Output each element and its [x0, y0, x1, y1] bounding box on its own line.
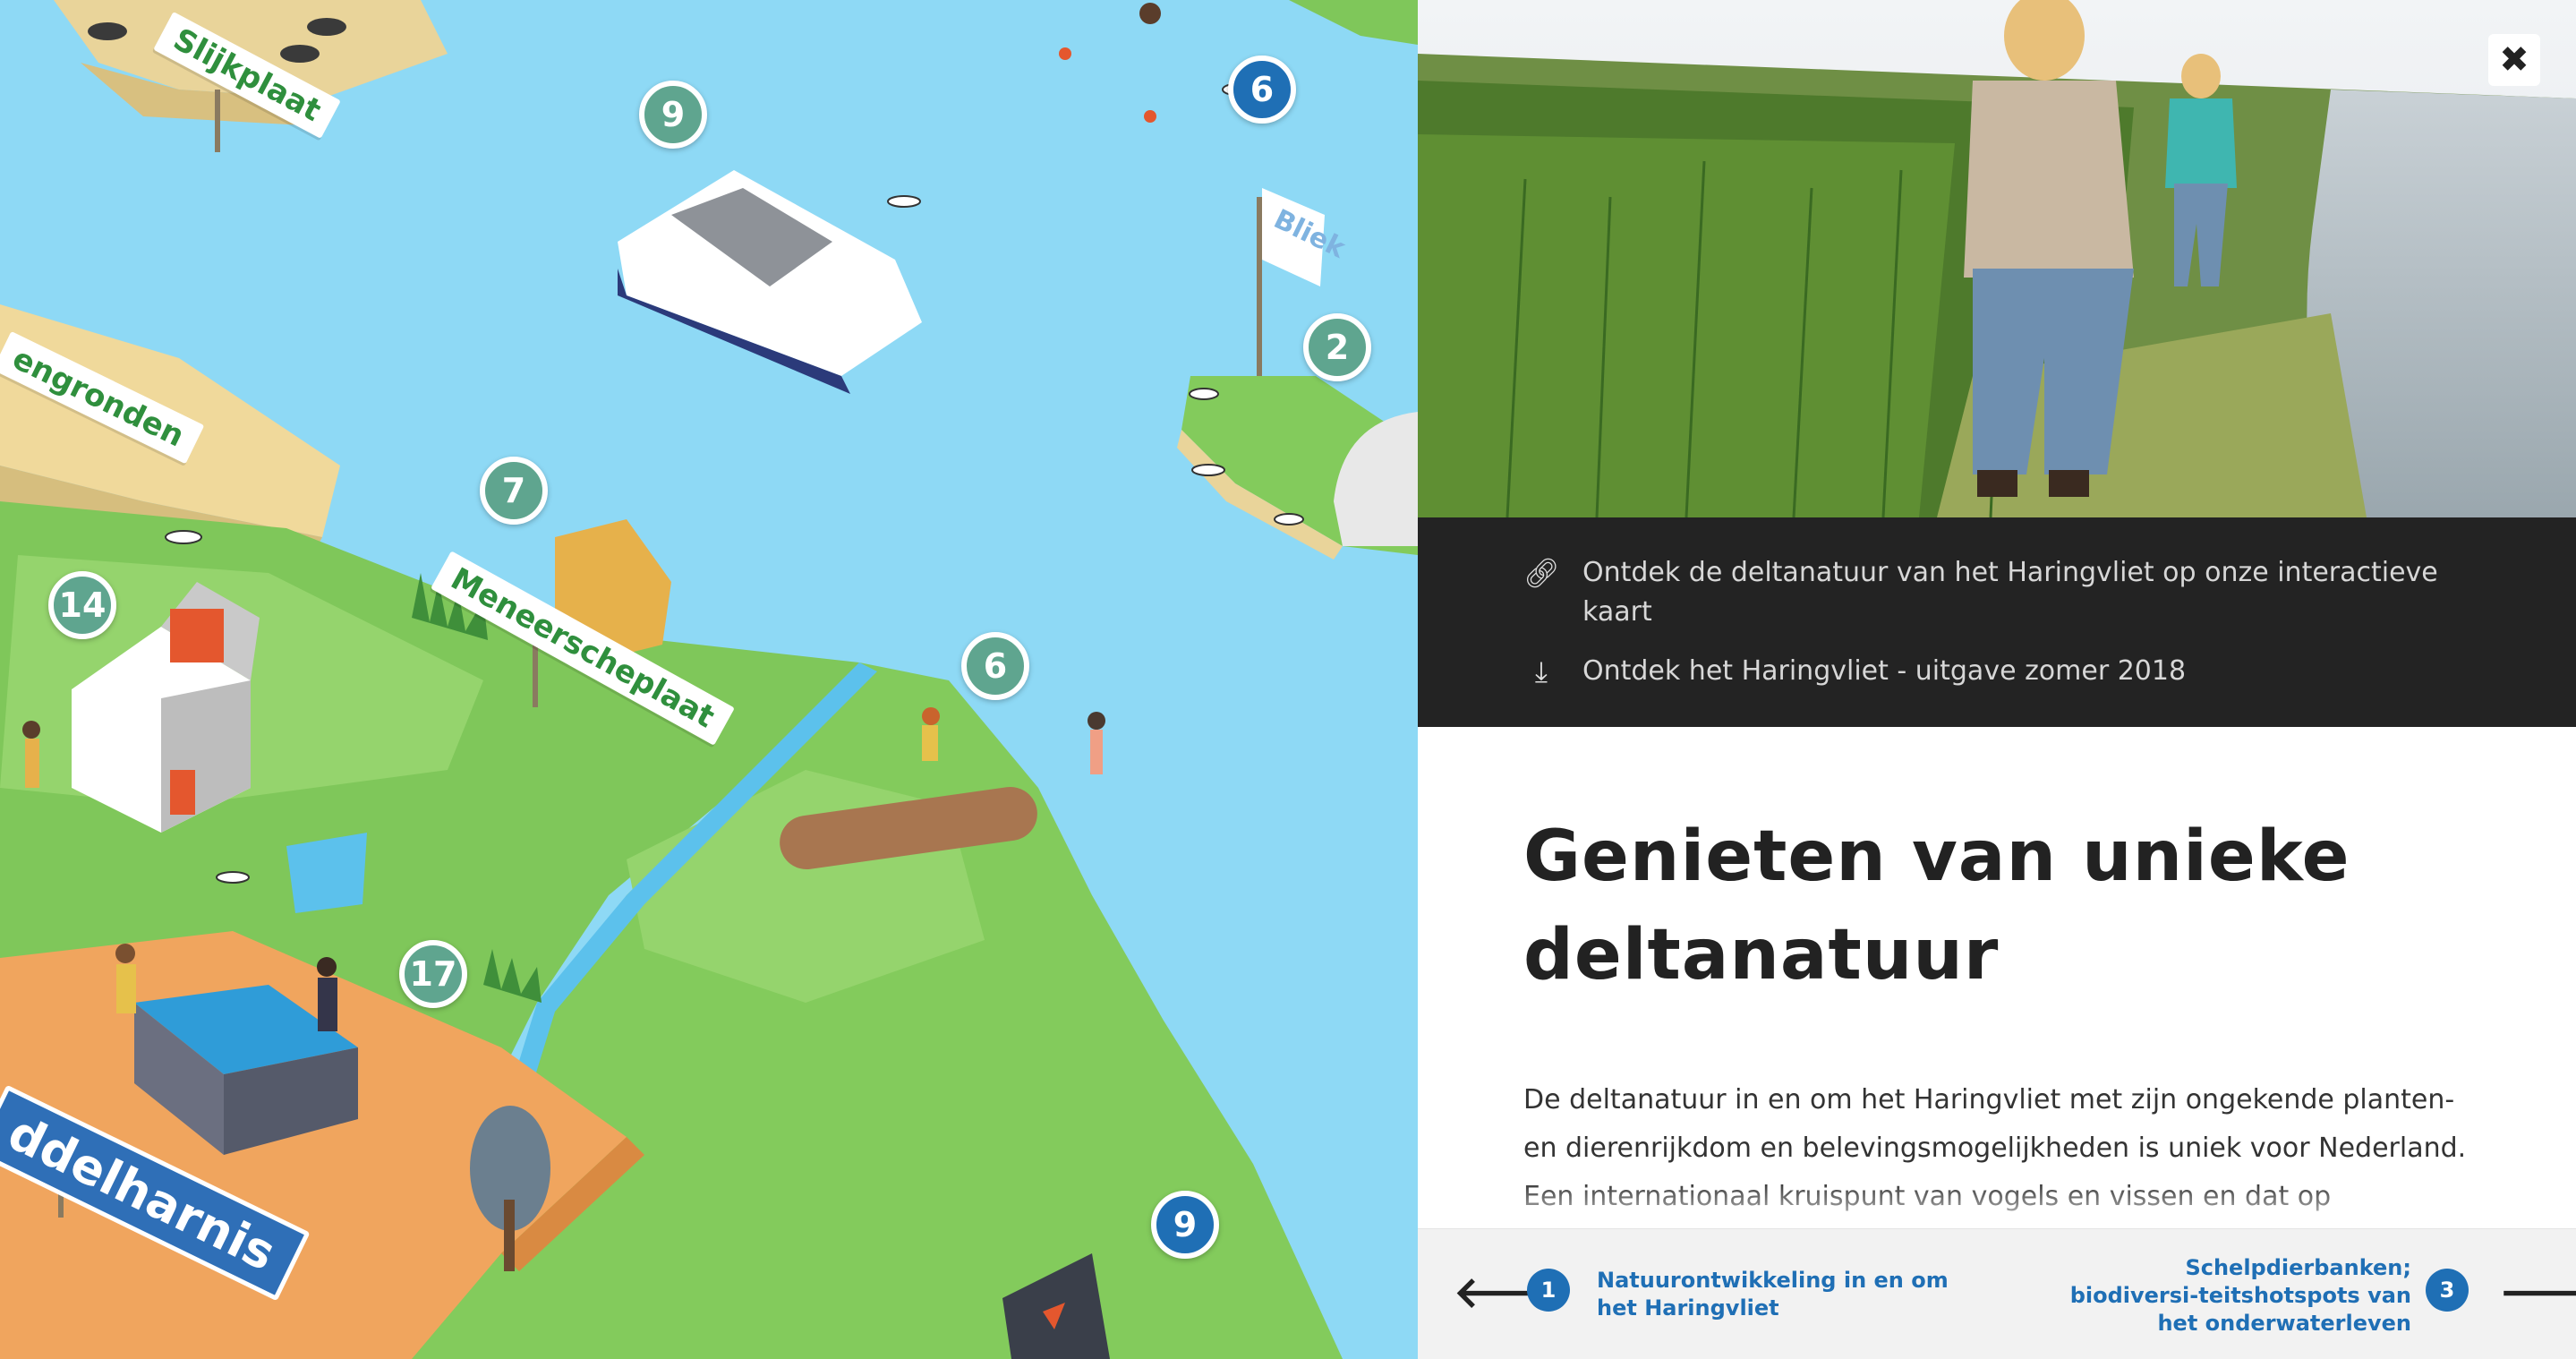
map-marker-2[interactable]: 2 — [1303, 313, 1371, 381]
link-download-issue[interactable]: ⤓ Ontdek het Haringvliet - uitgave zomer… — [1523, 652, 2442, 691]
download-icon: ⤓ — [1534, 654, 1548, 688]
article-title: Genieten van unieke deltanatuur — [1523, 816, 2350, 996]
close-button[interactable]: ✖ — [2488, 34, 2540, 86]
map-illustration — [0, 0, 1418, 1359]
link-download-issue-label: Ontdek het Haringvliet - uitgave zomer 2… — [1582, 655, 2187, 687]
next-chapter-number[interactable]: 3 — [2426, 1269, 2469, 1312]
resource-links: 🔗︎ Ontdek de deltanatuur van het Haringv… — [1418, 517, 2576, 727]
header-photo: ✖ — [1418, 0, 2576, 517]
link-interactive-map-label: Ontdek de deltanatuur van het Haringvlie… — [1582, 557, 2438, 628]
next-chapter-link[interactable]: Schelpdierbanken; biodiversi-teitshotspo… — [2053, 1254, 2411, 1338]
map-marker-6-top[interactable]: 6 — [1228, 56, 1296, 124]
prev-chapter-link[interactable]: Natuurontwikkeling in en om het Haringvl… — [1597, 1267, 1991, 1322]
map-marker-6-mid[interactable]: 6 — [961, 632, 1029, 700]
link-interactive-map[interactable]: 🔗︎ Ontdek de deltanatuur van het Haringv… — [1523, 553, 2442, 632]
next-arrow-icon[interactable]: 🡒 — [2499, 1265, 2576, 1318]
info-panel: ✖ 🔗︎ Ontdek de deltanatuur van het Harin… — [1418, 0, 2576, 1359]
close-icon: ✖ — [2499, 39, 2529, 81]
map-marker-9-bottom[interactable]: 9 — [1151, 1191, 1219, 1259]
map-marker-14[interactable]: 14 — [48, 571, 116, 639]
interactive-map[interactable]: Slijkplaat engronden Meneerscheplaat Bli… — [0, 0, 1418, 1359]
map-marker-17[interactable]: 17 — [399, 940, 467, 1008]
map-marker-7[interactable]: 7 — [480, 457, 548, 525]
map-marker-9-top[interactable]: 9 — [639, 81, 707, 149]
prev-chapter-number[interactable]: 1 — [1527, 1269, 1570, 1312]
link-icon: 🔗︎ — [1523, 556, 1560, 590]
chapter-navigation: 🡐 1 Natuurontwikkeling in en om het Hari… — [1418, 1228, 2576, 1359]
content-fade — [1418, 1182, 2576, 1235]
